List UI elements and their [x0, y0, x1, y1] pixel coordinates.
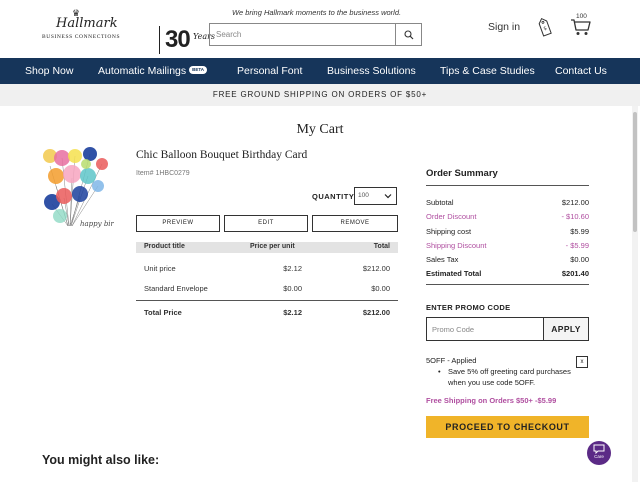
table-header: Product title Price per unit Total [136, 242, 398, 253]
main-nav: Shop Now Automatic Mailings BETA Personal… [0, 58, 640, 84]
table-divider [136, 300, 398, 301]
logo-anniversary: 30 [165, 26, 191, 53]
logo-brand: Hallmark [56, 16, 118, 31]
search-input[interactable] [210, 24, 395, 45]
shipping-banner: FREE GROUND SHIPPING ON ORDERS OF $50+ [0, 84, 640, 106]
quantity-select[interactable]: 100 [354, 187, 397, 205]
quantity-label: QUANTITY [312, 192, 355, 201]
header-product-title: Product title [144, 243, 185, 250]
summary-value: $0.00 [570, 255, 589, 264]
nav-contact-us[interactable]: Contact Us [555, 58, 607, 84]
search-icon [403, 29, 413, 39]
summary-row-subtotal: Subtotal $212.00 [426, 198, 589, 210]
product-item-number: Item# 1HBC0279 [136, 170, 190, 177]
sign-in-link[interactable]: Sign in [488, 21, 520, 33]
total-price-value: $212.00 [362, 308, 390, 317]
row-total: $212.00 [362, 264, 390, 273]
page-title: My Cart [296, 122, 344, 137]
summary-label: Subtotal [426, 198, 454, 207]
applied-promo-code: 5OFF - Applied [426, 356, 477, 365]
summary-label: Sales Tax [426, 255, 459, 264]
summary-row-order-discount: Order Discount - $10.60 [426, 212, 589, 224]
row-unit-price: $0.00 [283, 284, 302, 293]
preview-button[interactable]: PREVIEW [136, 215, 220, 232]
summary-value: $201.40 [561, 269, 589, 278]
chat-bubble-icon [593, 444, 605, 454]
total-unit-price: $2.12 [283, 308, 302, 317]
chevron-down-icon [384, 194, 392, 199]
row-unit-price: $2.12 [283, 264, 302, 273]
product-name[interactable]: Chic Balloon Bouquet Birthday Card [136, 149, 307, 161]
header-price-per-unit: Price per unit [250, 243, 295, 250]
summary-value: - $5.99 [565, 241, 589, 250]
shopping-cart-icon[interactable] [570, 18, 592, 36]
summary-value: $5.99 [570, 227, 589, 236]
row-label: Standard Envelope [144, 284, 208, 293]
total-price-label: Total Price [144, 308, 182, 317]
summary-row-shipping-discount: Shipping Discount - $5.99 [426, 241, 589, 253]
summary-row-sales-tax: Sales Tax $0.00 [426, 255, 589, 267]
care-label: Care [594, 454, 604, 459]
promo-code-field [426, 317, 544, 341]
summary-label: Shipping cost [426, 227, 472, 236]
promo-code-input[interactable] [427, 318, 543, 340]
nav-automatic-mailings[interactable]: Automatic Mailings BETA [98, 58, 208, 84]
apply-promo-button[interactable]: APPLY [543, 317, 589, 341]
site-header: ♛ Hallmark BUSINESS CONNECTIONS 30 Years… [0, 0, 640, 58]
recommendations-title: You might also like: [42, 453, 160, 467]
row-label: Unit price [144, 264, 176, 273]
summary-divider [426, 185, 589, 186]
beta-badge: BETA [189, 66, 208, 74]
summary-value: - $10.60 [561, 212, 589, 221]
summary-divider [426, 284, 589, 285]
nav-shop-now[interactable]: Shop Now [25, 58, 73, 84]
edit-button[interactable]: EDIT [224, 215, 308, 232]
remove-button[interactable]: REMOVE [312, 215, 398, 232]
scrollbar-thumb[interactable] [633, 112, 637, 232]
nav-tips-case-studies[interactable]: Tips & Case Studies [440, 58, 535, 84]
search-button[interactable] [396, 23, 422, 46]
applied-promo-description: Save 5% off greeting card purchases when… [448, 367, 571, 387]
nav-business-solutions[interactable]: Business Solutions [327, 58, 416, 84]
summary-value: $212.00 [561, 198, 589, 207]
logo-divider [159, 26, 160, 54]
order-summary-title: Order Summary [426, 168, 498, 179]
price-tag-icon[interactable]: $ [537, 16, 553, 38]
summary-row-shipping: Shipping cost $5.99 [426, 227, 589, 239]
free-shipping-note: Free Shipping on Orders $50+ -$5.99 [426, 396, 557, 405]
summary-label: Estimated Total [426, 269, 482, 278]
summary-row-estimated-total: Estimated Total $201.40 [426, 269, 589, 281]
nav-personal-font[interactable]: Personal Font [237, 58, 302, 84]
hallmark-logo[interactable]: ♛ Hallmark BUSINESS CONNECTIONS 30 Years [42, 8, 215, 54]
tagline: We bring Hallmark moments to the busines… [232, 8, 402, 17]
svg-text:$: $ [543, 26, 548, 33]
product-image[interactable]: happy birthday [42, 146, 114, 248]
promo-code-label: ENTER PROMO CODE [426, 303, 511, 312]
summary-label: Shipping Discount [426, 241, 487, 250]
proceed-to-checkout-button[interactable]: PROCEED TO CHECKOUT [426, 416, 589, 438]
logo-subtitle: BUSINESS CONNECTIONS [42, 34, 121, 40]
nav-automatic-mailings-label: Automatic Mailings [98, 65, 187, 77]
search-field [209, 23, 396, 46]
row-total: $0.00 [371, 284, 390, 293]
card-greeting-text: happy birthday [80, 220, 114, 228]
quantity-value: 100 [358, 192, 369, 199]
care-chat-button[interactable]: Care [587, 441, 611, 465]
header-total: Total [373, 243, 390, 250]
summary-label: Order Discount [426, 212, 477, 221]
